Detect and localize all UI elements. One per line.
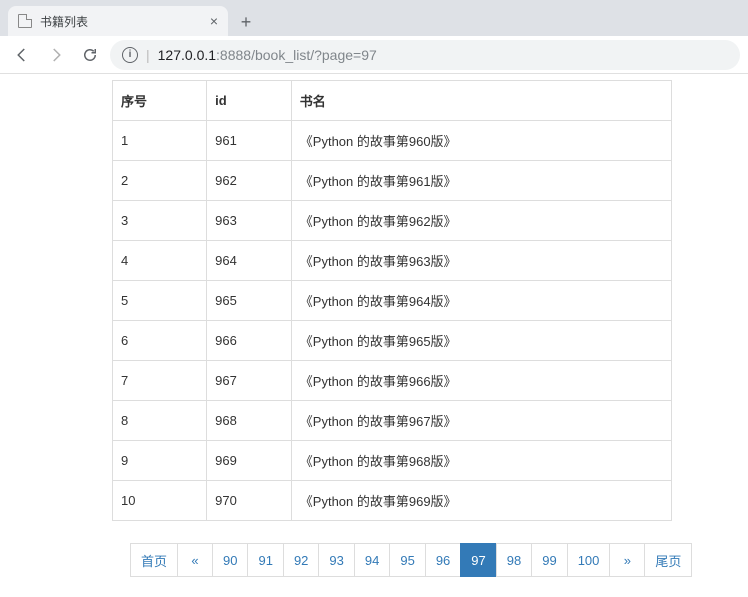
new-tab-button[interactable]: + xyxy=(232,8,260,36)
table-row: 2962《Python 的故事第961版》 xyxy=(113,161,672,201)
back-button[interactable] xyxy=(8,41,36,69)
cell-seq: 6 xyxy=(113,321,207,361)
cell-name: 《Python 的故事第967版》 xyxy=(291,401,671,441)
table-row: 6966《Python 的故事第965版》 xyxy=(113,321,672,361)
page-link[interactable]: » xyxy=(609,543,645,577)
page-link[interactable]: « xyxy=(177,543,213,577)
cell-name: 《Python 的故事第964版》 xyxy=(291,281,671,321)
cell-name: 《Python 的故事第965版》 xyxy=(291,321,671,361)
col-id: id xyxy=(207,81,292,121)
table-row: 5965《Python 的故事第964版》 xyxy=(113,281,672,321)
table-header-row: 序号 id 书名 xyxy=(113,81,672,121)
cell-seq: 5 xyxy=(113,281,207,321)
page-link[interactable]: 97 xyxy=(460,543,496,577)
close-icon[interactable]: × xyxy=(210,13,218,29)
cell-id: 966 xyxy=(207,321,292,361)
page-link[interactable]: 93 xyxy=(318,543,354,577)
cell-seq: 3 xyxy=(113,201,207,241)
cell-seq: 8 xyxy=(113,401,207,441)
page-link[interactable]: 95 xyxy=(389,543,425,577)
page-link[interactable]: 尾页 xyxy=(644,543,692,577)
page-link[interactable]: 96 xyxy=(425,543,461,577)
address-bar[interactable]: i | 127.0.0.1:8888/book_list/?page=97 xyxy=(110,40,740,70)
page-link[interactable]: 90 xyxy=(212,543,248,577)
addr-separator: | xyxy=(146,47,150,63)
forward-button[interactable] xyxy=(42,41,70,69)
toolbar: i | 127.0.0.1:8888/book_list/?page=97 xyxy=(0,36,748,74)
cell-id: 963 xyxy=(207,201,292,241)
cell-seq: 7 xyxy=(113,361,207,401)
page-link[interactable]: 91 xyxy=(247,543,283,577)
cell-seq: 4 xyxy=(113,241,207,281)
browser-chrome: 书籍列表 × + i | 127.0.0.1:8888/book_list/?p… xyxy=(0,0,748,74)
url-text: 127.0.0.1:8888/book_list/?page=97 xyxy=(158,47,377,63)
table-row: 4964《Python 的故事第963版》 xyxy=(113,241,672,281)
table-row: 1961《Python 的故事第960版》 xyxy=(113,121,672,161)
table-row: 7967《Python 的故事第966版》 xyxy=(113,361,672,401)
arrow-left-icon xyxy=(13,46,31,64)
cell-id: 962 xyxy=(207,161,292,201)
cell-name: 《Python 的故事第969版》 xyxy=(291,481,671,521)
cell-id: 961 xyxy=(207,121,292,161)
col-name: 书名 xyxy=(291,81,671,121)
cell-seq: 9 xyxy=(113,441,207,481)
cell-id: 969 xyxy=(207,441,292,481)
page-link[interactable]: 99 xyxy=(531,543,567,577)
cell-id: 970 xyxy=(207,481,292,521)
browser-tab[interactable]: 书籍列表 × xyxy=(8,6,228,36)
cell-id: 968 xyxy=(207,401,292,441)
cell-id: 965 xyxy=(207,281,292,321)
url-port: :8888 xyxy=(216,47,251,63)
url-host: 127.0.0.1 xyxy=(158,47,216,63)
page-link[interactable]: 94 xyxy=(354,543,390,577)
pagination: 首页«90919293949596979899100»尾页 xyxy=(130,543,748,577)
cell-name: 《Python 的故事第961版》 xyxy=(291,161,671,201)
cell-id: 967 xyxy=(207,361,292,401)
cell-name: 《Python 的故事第960版》 xyxy=(291,121,671,161)
page-icon xyxy=(18,14,32,28)
page-link[interactable]: 首页 xyxy=(130,543,178,577)
page-link[interactable]: 100 xyxy=(567,543,611,577)
cell-name: 《Python 的故事第963版》 xyxy=(291,241,671,281)
book-table: 序号 id 书名 1961《Python 的故事第960版》2962《Pytho… xyxy=(112,80,672,521)
col-seq: 序号 xyxy=(113,81,207,121)
arrow-right-icon xyxy=(47,46,65,64)
page-link[interactable]: 98 xyxy=(496,543,532,577)
tab-strip: 书籍列表 × + xyxy=(0,0,748,36)
page-content: 序号 id 书名 1961《Python 的故事第960版》2962《Pytho… xyxy=(0,74,748,597)
site-info-icon[interactable]: i xyxy=(122,47,138,63)
cell-name: 《Python 的故事第966版》 xyxy=(291,361,671,401)
url-path: /book_list/?page=97 xyxy=(251,47,377,63)
table-row: 8968《Python 的故事第967版》 xyxy=(113,401,672,441)
page-link[interactable]: 92 xyxy=(283,543,319,577)
cell-seq: 2 xyxy=(113,161,207,201)
tab-title: 书籍列表 xyxy=(40,13,202,30)
table-row: 9969《Python 的故事第968版》 xyxy=(113,441,672,481)
table-row: 3963《Python 的故事第962版》 xyxy=(113,201,672,241)
cell-name: 《Python 的故事第962版》 xyxy=(291,201,671,241)
reload-icon xyxy=(81,46,99,64)
cell-id: 964 xyxy=(207,241,292,281)
cell-seq: 10 xyxy=(113,481,207,521)
reload-button[interactable] xyxy=(76,41,104,69)
table-row: 10970《Python 的故事第969版》 xyxy=(113,481,672,521)
cell-seq: 1 xyxy=(113,121,207,161)
cell-name: 《Python 的故事第968版》 xyxy=(291,441,671,481)
